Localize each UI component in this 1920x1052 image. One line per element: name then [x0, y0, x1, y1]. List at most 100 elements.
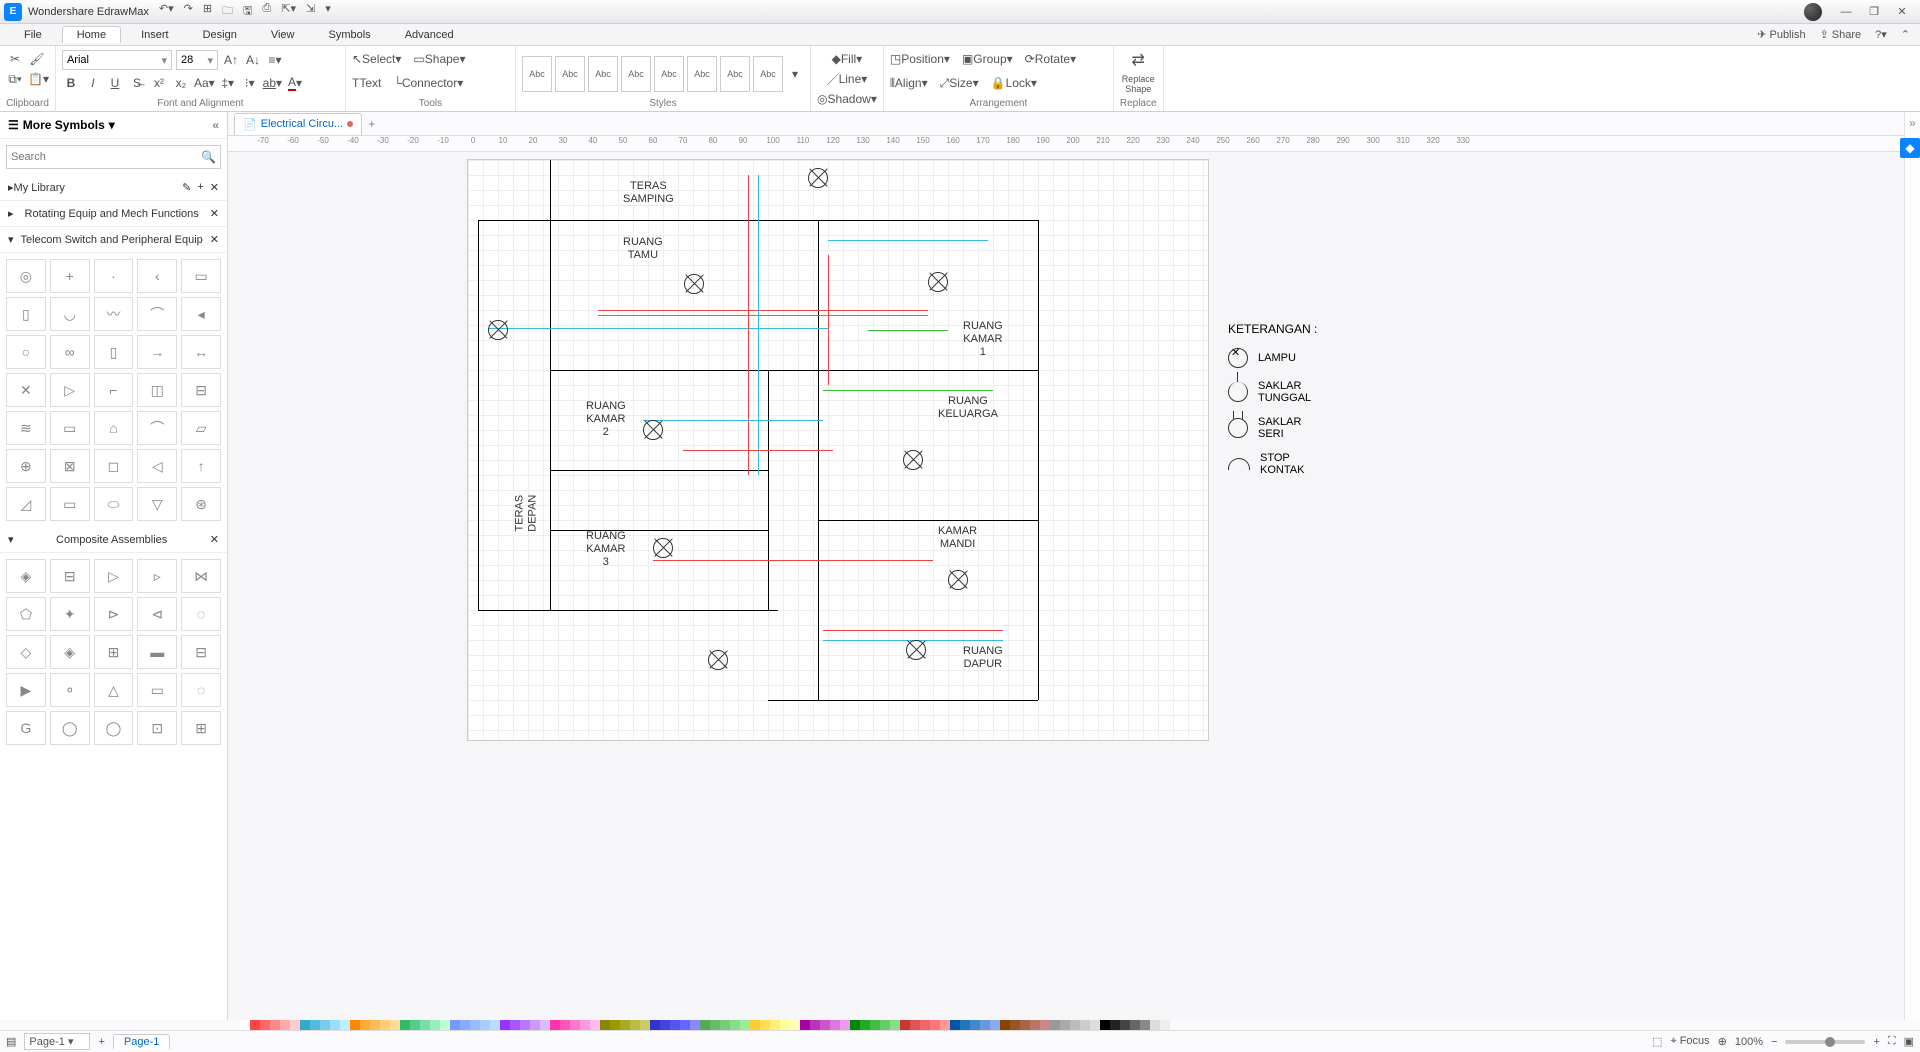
lamp-symbol[interactable]: [948, 570, 968, 590]
lamp-symbol[interactable]: [684, 274, 704, 294]
zoom-in-icon[interactable]: +: [1873, 1036, 1879, 1048]
menu-view[interactable]: View: [257, 27, 309, 43]
qat-more-icon[interactable]: ▾: [325, 2, 331, 21]
maximize-button[interactable]: ❐: [1860, 5, 1888, 18]
symbol-item[interactable]: ⊠: [50, 449, 90, 483]
lamp-symbol[interactable]: [708, 650, 728, 670]
help-icon[interactable]: ?▾: [1875, 28, 1887, 41]
color-swatch[interactable]: [800, 1020, 810, 1030]
style-preset-5[interactable]: Abc: [654, 56, 684, 92]
color-swatch[interactable]: [1100, 1020, 1110, 1030]
symbol-item[interactable]: ◡: [50, 297, 90, 331]
color-swatch[interactable]: [450, 1020, 460, 1030]
collapse-left-icon[interactable]: «: [212, 118, 219, 132]
menu-file[interactable]: File: [10, 27, 56, 43]
open-icon[interactable]: 🗀: [222, 2, 233, 21]
edit-icon[interactable]: ✎: [182, 181, 191, 194]
color-swatch[interactable]: [920, 1020, 930, 1030]
color-swatch[interactable]: [950, 1020, 960, 1030]
color-swatch[interactable]: [960, 1020, 970, 1030]
color-swatch[interactable]: [1070, 1020, 1080, 1030]
fill-button[interactable]: ◆ Fill▾: [817, 50, 877, 68]
color-swatch[interactable]: [780, 1020, 790, 1030]
color-swatch[interactable]: [340, 1020, 350, 1030]
rotate-button[interactable]: ⟳ Rotate▾: [1025, 50, 1076, 68]
case-icon[interactable]: Aa▾: [194, 74, 215, 92]
replace-shape-icon[interactable]: ⇄: [1132, 50, 1145, 70]
symbol-item[interactable]: ↔: [181, 335, 221, 369]
zoom-slider[interactable]: [1785, 1040, 1865, 1044]
symbol-item[interactable]: ⚬: [50, 673, 90, 707]
style-preset-2[interactable]: Abc: [555, 56, 585, 92]
symbol-item[interactable]: ◻: [94, 449, 134, 483]
symbol-item[interactable]: ≋: [6, 411, 46, 445]
symbol-item[interactable]: ‹: [137, 259, 177, 293]
lamp-symbol[interactable]: [906, 640, 926, 660]
menu-advanced[interactable]: Advanced: [391, 27, 468, 43]
subscript-icon[interactable]: x₂: [172, 74, 190, 92]
symbol-item[interactable]: ○: [6, 335, 46, 369]
color-swatch[interactable]: [890, 1020, 900, 1030]
color-swatch[interactable]: [390, 1020, 400, 1030]
color-swatch[interactable]: [680, 1020, 690, 1030]
color-swatch[interactable]: [330, 1020, 340, 1030]
color-swatch[interactable]: [710, 1020, 720, 1030]
symbol-item[interactable]: ◯: [50, 711, 90, 745]
symbol-item[interactable]: ▬: [137, 635, 177, 669]
size-button[interactable]: ⤢ Size▾: [940, 74, 979, 92]
connector-tool[interactable]: └ Connector▾: [393, 74, 463, 92]
color-swatch[interactable]: [730, 1020, 740, 1030]
color-swatch[interactable]: [1140, 1020, 1150, 1030]
color-swatch[interactable]: [510, 1020, 520, 1030]
color-swatch[interactable]: [490, 1020, 500, 1030]
color-swatch[interactable]: [550, 1020, 560, 1030]
new-doc-icon[interactable]: +: [368, 117, 375, 131]
bold-icon[interactable]: B: [62, 74, 80, 92]
symbol-item[interactable]: ▯: [6, 297, 46, 331]
style-preset-7[interactable]: Abc: [720, 56, 750, 92]
color-swatch[interactable]: [240, 1020, 250, 1030]
properties-panel-button[interactable]: ◆: [1900, 138, 1920, 158]
symbol-item[interactable]: ⌒: [137, 411, 177, 445]
collapse-ribbon-icon[interactable]: ⌃: [1901, 28, 1910, 41]
color-swatch[interactable]: [850, 1020, 860, 1030]
symbol-item[interactable]: ◯: [94, 711, 134, 745]
symbol-item[interactable]: ⌐: [94, 373, 134, 407]
symbol-item[interactable]: ⊟: [181, 373, 221, 407]
section-telecom[interactable]: ▾ Telecom Switch and Peripheral Equip✕: [0, 227, 227, 253]
publish-button[interactable]: ✈ Publish: [1757, 28, 1805, 41]
style-preset-3[interactable]: Abc: [588, 56, 618, 92]
style-preset-1[interactable]: Abc: [522, 56, 552, 92]
close-icon[interactable]: ✕: [210, 233, 219, 246]
color-swatch[interactable]: [830, 1020, 840, 1030]
font-color-icon[interactable]: A▾: [286, 74, 304, 92]
color-swatch[interactable]: [940, 1020, 950, 1030]
color-swatch[interactable]: [880, 1020, 890, 1030]
menu-design[interactable]: Design: [189, 27, 251, 43]
menu-symbols[interactable]: Symbols: [315, 27, 385, 43]
color-swatch[interactable]: [790, 1020, 800, 1030]
style-preset-4[interactable]: Abc: [621, 56, 651, 92]
color-swatch[interactable]: [280, 1020, 290, 1030]
close-icon[interactable]: ✕: [210, 181, 219, 194]
symbol-item[interactable]: ▽: [137, 487, 177, 521]
line-spacing-icon[interactable]: ‡▾: [219, 74, 237, 92]
close-button[interactable]: ✕: [1888, 5, 1916, 18]
new-icon[interactable]: ⊞: [203, 2, 212, 21]
color-swatch[interactable]: [580, 1020, 590, 1030]
color-swatch[interactable]: [470, 1020, 480, 1030]
drawing-area[interactable]: TERAS SAMPING RUANG TAMU RUANG KAMAR 1 R…: [228, 152, 1920, 1020]
color-swatch[interactable]: [810, 1020, 820, 1030]
color-swatch[interactable]: [860, 1020, 870, 1030]
symbol-item[interactable]: ✦: [50, 597, 90, 631]
add-page-icon[interactable]: +: [98, 1036, 104, 1048]
color-swatch[interactable]: [350, 1020, 360, 1030]
line-button[interactable]: ／ Line▾: [817, 70, 877, 88]
color-swatch[interactable]: [740, 1020, 750, 1030]
symbol-item[interactable]: ◂: [181, 297, 221, 331]
color-swatch[interactable]: [1130, 1020, 1140, 1030]
color-swatch[interactable]: [590, 1020, 600, 1030]
lamp-symbol[interactable]: [928, 272, 948, 292]
color-swatch[interactable]: [770, 1020, 780, 1030]
color-swatch[interactable]: [1060, 1020, 1070, 1030]
